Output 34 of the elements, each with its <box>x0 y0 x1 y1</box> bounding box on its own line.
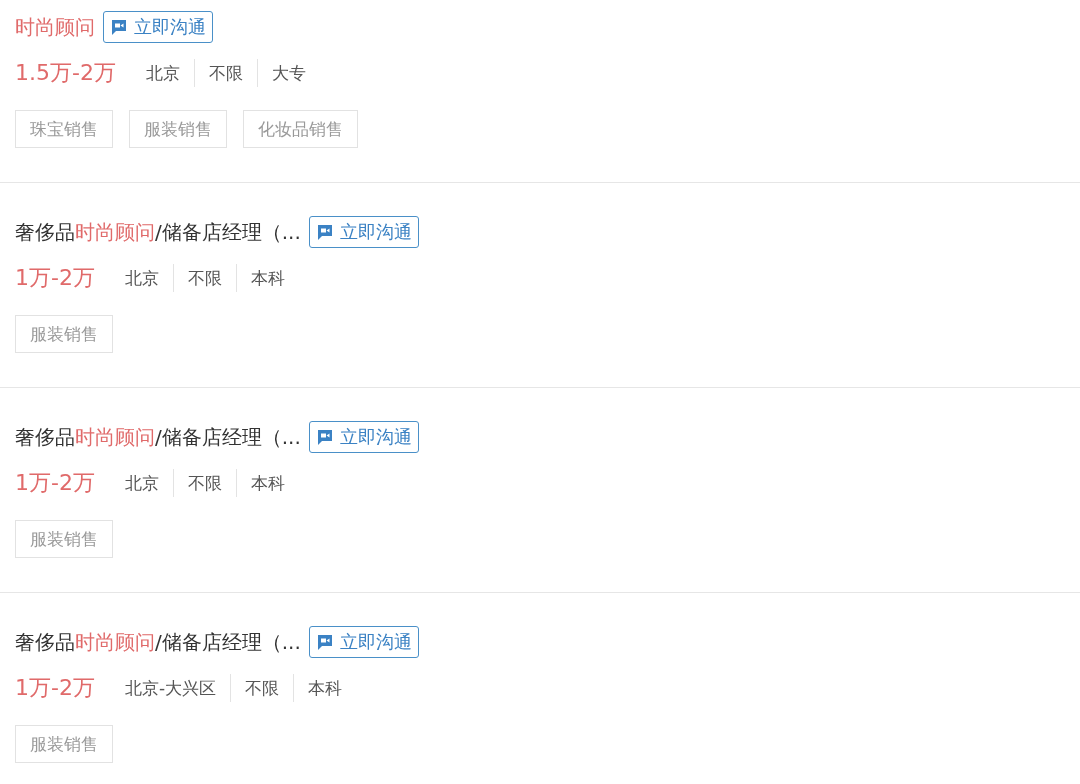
video-chat-icon <box>315 633 334 651</box>
job-requirement: 北京-大兴区 <box>123 677 218 700</box>
job-requirement: 不限 <box>230 674 294 702</box>
chat-button[interactable]: 立即沟通 <box>308 626 419 658</box>
skill-tag: 化妆品销售 <box>243 110 358 148</box>
skill-tag: 珠宝销售 <box>15 110 113 148</box>
chat-button[interactable]: 立即沟通 <box>308 421 419 453</box>
salary-range: 1.5万-2万 <box>15 59 116 87</box>
job-title[interactable]: 奢侈品时尚顾问/储备店经理（... <box>15 218 301 246</box>
skill-tag: 服装销售 <box>15 725 113 763</box>
job-requirement: 本科 <box>293 674 357 702</box>
job-requirement: 北京 <box>123 472 160 495</box>
job-title[interactable]: 时尚顾问 <box>15 13 95 41</box>
salary-range: 1万-2万 <box>15 674 95 702</box>
job-requirement: 不限 <box>172 469 236 497</box>
job-requirement: 大专 <box>256 59 320 87</box>
salary-range: 1万-2万 <box>15 469 95 497</box>
job-requirement: 本科 <box>235 264 299 292</box>
job-requirement: 不限 <box>193 59 257 87</box>
job-requirement: 不限 <box>172 264 236 292</box>
video-chat-icon <box>315 428 334 446</box>
video-chat-icon <box>315 223 334 241</box>
skill-tag: 服装销售 <box>15 520 113 558</box>
job-requirement: 北京 <box>144 62 181 85</box>
job-title[interactable]: 奢侈品时尚顾问/储备店经理（... <box>15 628 301 656</box>
skill-tag: 服装销售 <box>129 110 227 148</box>
video-chat-icon <box>110 18 128 36</box>
job-requirement: 北京 <box>123 267 160 290</box>
chat-button[interactable]: 立即沟通 <box>103 11 213 43</box>
salary-range: 1万-2万 <box>15 264 95 292</box>
chat-button[interactable]: 立即沟通 <box>308 216 419 248</box>
job-requirement: 本科 <box>235 469 299 497</box>
job-title[interactable]: 奢侈品时尚顾问/储备店经理（... <box>15 423 301 451</box>
skill-tag: 服装销售 <box>15 315 113 353</box>
